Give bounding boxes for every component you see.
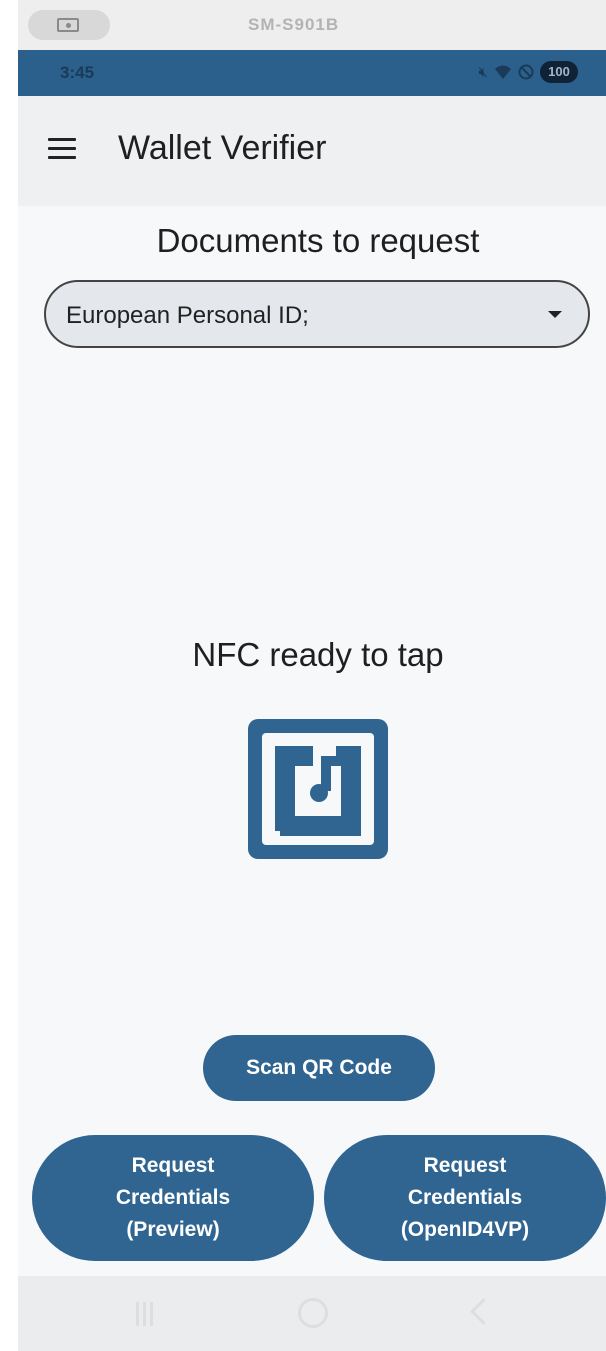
- status-icons: 🔇︎ 100: [479, 61, 578, 83]
- device-name: SM-S901B: [248, 15, 340, 34]
- mirror-button[interactable]: [28, 10, 110, 40]
- chevron-down-icon: [548, 311, 562, 318]
- button-label-line: Credentials: [115, 1186, 231, 1209]
- wifi-icon: [495, 65, 511, 79]
- request-credentials-openid4vp-button[interactable]: Request Credentials (OpenID4VP): [324, 1135, 606, 1261]
- screen-mirror-icon: [57, 18, 79, 32]
- nfc-status-text: NFC ready to tap: [192, 636, 444, 673]
- document-type-dropdown[interactable]: European Personal ID;: [44, 280, 590, 348]
- battery-icon: 100: [540, 61, 578, 83]
- button-label-line: (OpenID4VP): [400, 1218, 530, 1241]
- navigation-bar: [18, 1276, 606, 1351]
- mute-icon: 🔇︎: [478, 63, 488, 81]
- home-icon[interactable]: [298, 1298, 328, 1328]
- app-title: Wallet Verifier: [118, 129, 327, 167]
- status-time: 3:45: [60, 63, 95, 82]
- mirror-title-bar: SM-S901B: [18, 0, 606, 50]
- device-screen: SM-S901B 3:45 🔇︎ 100 Wallet Verifier Doc…: [18, 0, 606, 1351]
- status-bar: 3:45 🔇︎ 100: [18, 50, 606, 96]
- documents-heading: Documents to request: [156, 222, 480, 259]
- button-label-line: Request: [423, 1154, 507, 1177]
- recents-icon[interactable]: [136, 1302, 158, 1326]
- button-label-line: Request: [131, 1154, 215, 1177]
- hamburger-menu-icon[interactable]: [48, 136, 78, 160]
- nfc-icon: [248, 719, 388, 859]
- scan-qr-code-button[interactable]: Scan QR Code: [203, 1035, 435, 1101]
- dropdown-selected-value: European Personal ID;: [66, 302, 309, 329]
- request-credentials-preview-button[interactable]: Request Credentials (Preview): [32, 1135, 314, 1261]
- app-bar: Wallet Verifier: [18, 96, 606, 206]
- button-label-line: Credentials: [407, 1186, 523, 1209]
- button-label-line: (Preview): [126, 1218, 220, 1241]
- back-icon[interactable]: [470, 1298, 497, 1325]
- dnd-icon: [518, 64, 534, 80]
